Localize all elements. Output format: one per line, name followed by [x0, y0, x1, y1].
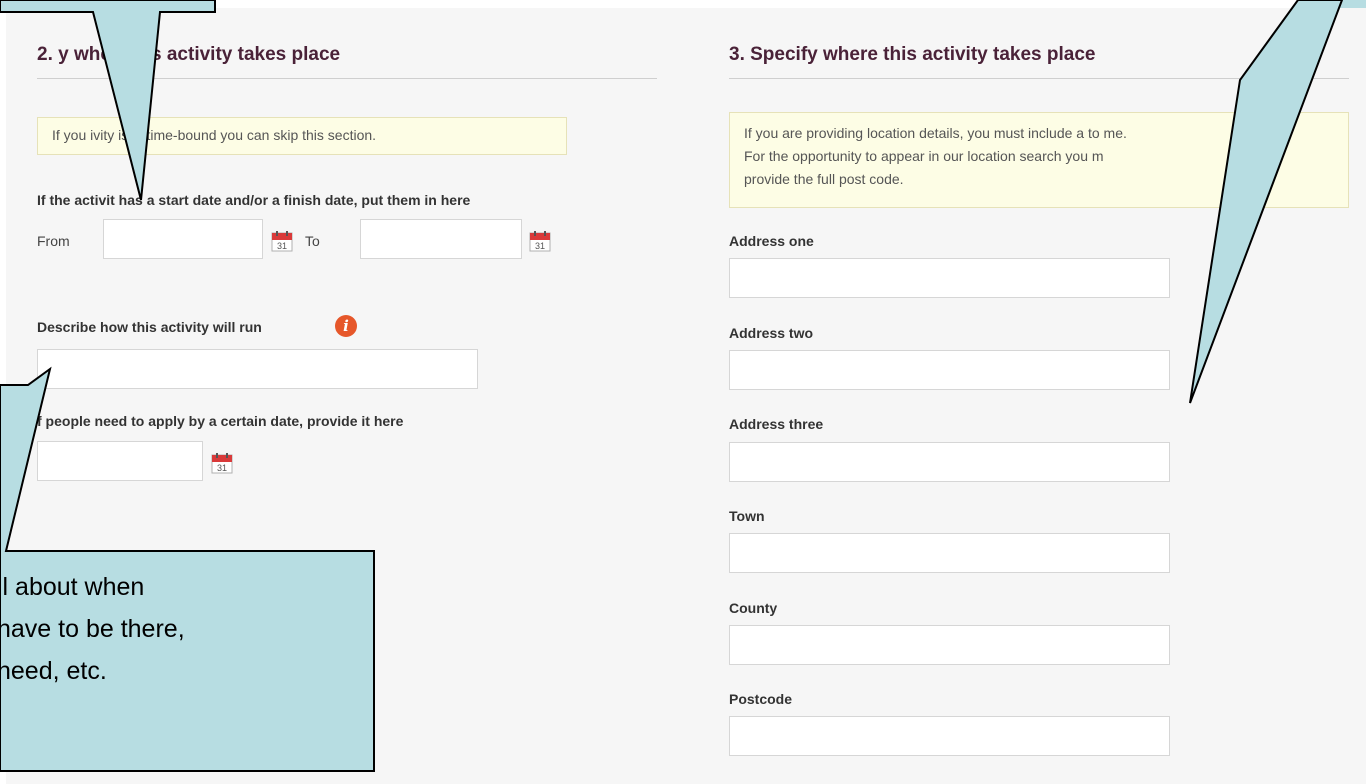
callout-text-line: need, etc.	[0, 657, 107, 685]
callout-text-line: il about when	[0, 573, 145, 601]
callout-overlay	[0, 0, 1366, 772]
callout-text-line: have to be there,	[0, 615, 185, 643]
callout-top-left	[0, 0, 216, 201]
callout-top-right	[1189, 0, 1344, 404]
